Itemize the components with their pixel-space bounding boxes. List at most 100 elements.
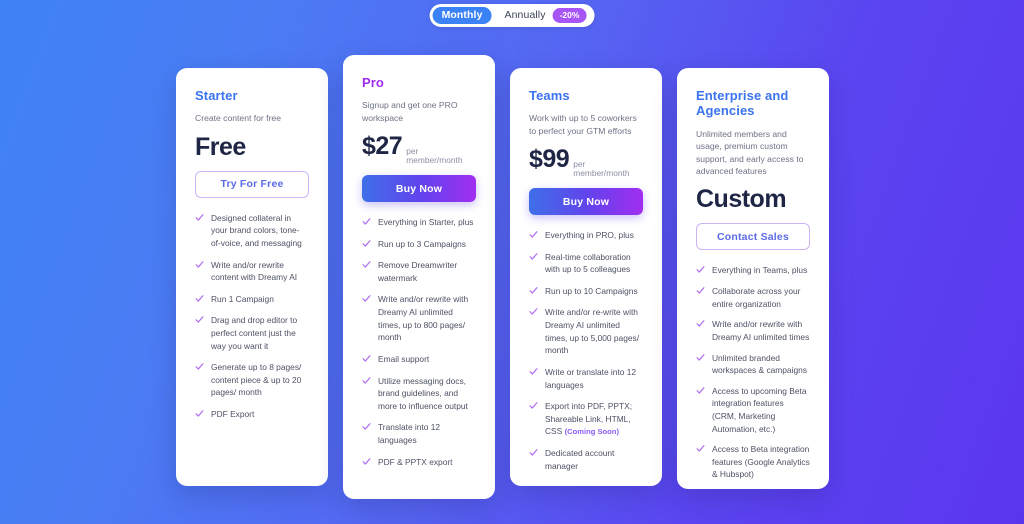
feature-text: Access to upcoming Beta integration feat…	[712, 385, 807, 434]
check-icon	[529, 307, 538, 316]
plan-price-line-enterprise: Custom	[696, 187, 810, 212]
plan-price-amount-enterprise: Custom	[696, 185, 787, 214]
check-icon	[529, 401, 538, 410]
plan-price-period-teams: per member/month	[573, 159, 630, 178]
feature-list-teams: Everything in PRO, plus Real-time collabo…	[529, 229, 643, 472]
feature-item: Generate up to 8 pages/ content piece & …	[195, 361, 309, 399]
annual-discount-badge: -20%	[552, 8, 587, 23]
feature-text: Write and/or rewrite content with Dreamy…	[211, 259, 298, 283]
feature-item: Everything in Starter, plus	[362, 216, 476, 229]
check-icon	[696, 444, 705, 453]
feature-item: Write and/or re-write with Dreamy AI unl…	[529, 306, 643, 356]
cta-button-enterprise[interactable]: Contact Sales	[696, 223, 810, 251]
feature-text: Access to Beta integration features (Goo…	[712, 444, 810, 480]
pricing-card-enterprise: Enterprise and Agencies Unlimited members…	[677, 68, 829, 489]
feature-item: Designed collateral in your brand colors…	[195, 212, 309, 250]
feature-text: Everything in Starter, plus	[378, 217, 474, 228]
check-icon	[195, 260, 204, 269]
check-icon	[362, 422, 371, 431]
check-icon	[696, 286, 705, 295]
feature-text: Unlimited branded workspaces & campaigns	[712, 352, 807, 376]
cta-button-teams[interactable]: Buy Now	[529, 188, 643, 216]
feature-item: Run up to 3 Campaigns	[362, 238, 476, 251]
check-icon	[362, 457, 371, 466]
toggle-option-annually[interactable]: Annually	[496, 7, 549, 24]
feature-item: Dedicated account manager	[529, 447, 643, 472]
plan-description-enterprise: Unlimited members and usage, premium cus…	[696, 128, 804, 177]
check-icon	[529, 252, 538, 261]
check-icon	[696, 319, 705, 328]
plan-name-teams: Teams	[529, 88, 570, 103]
feature-item: Everything in PRO, plus	[529, 229, 643, 242]
feature-text: Run up to 10 Campaigns	[545, 285, 638, 296]
check-icon	[529, 367, 538, 376]
feature-text: Collaborate across your entire organizat…	[712, 286, 801, 309]
feature-text: Everything in PRO, plus	[545, 230, 634, 241]
feature-item: Remove Dreamwriter watermark	[362, 259, 476, 284]
check-icon	[696, 265, 705, 274]
feature-list-enterprise: Everything in Teams, plus Collaborate acr…	[696, 264, 810, 489]
plan-price-period-pro: per member/month	[406, 146, 463, 165]
feature-item: PDF & PPTX export	[362, 456, 476, 469]
plan-description-teams: Work with up to 5 coworkers to perfect y…	[529, 113, 637, 136]
feature-item: Translate into 12 languages	[362, 421, 476, 446]
check-icon	[195, 362, 204, 371]
check-icon	[696, 353, 705, 362]
feature-item: Real-time collaboration with up to 5 col…	[529, 251, 643, 276]
feature-text: Run 1 Campaign	[211, 293, 274, 304]
feature-item: Run 1 Campaign	[195, 293, 309, 306]
feature-text: Real-time collaboration with up to 5 col…	[545, 251, 631, 275]
coming-soon-badge: (Coming Soon)	[564, 427, 619, 437]
feature-text: Utilize messaging docs, brand guidelines…	[378, 375, 468, 411]
feature-text: PDF & PPTX export	[378, 456, 453, 467]
cta-button-starter[interactable]: Try For Free	[195, 170, 309, 198]
plan-price-line-pro: $27 per member/month	[362, 134, 476, 164]
feature-text: Remove Dreamwriter watermark	[378, 260, 458, 283]
feature-item: Utilize messaging docs, brand guidelines…	[362, 375, 476, 413]
plan-price-line-teams: $99 per member/month	[529, 147, 643, 177]
check-icon	[362, 294, 371, 303]
feature-list-pro: Everything in Starter, plus Run up to 3 C…	[362, 216, 476, 468]
feature-item: Email support	[362, 353, 476, 366]
pricing-card-starter: Starter Create content for free Free Try Fo…	[176, 68, 328, 486]
feature-text: Everything in Teams, plus	[712, 265, 808, 276]
feature-text: Write and/or rewrite with Dreamy AI unli…	[378, 294, 469, 343]
feature-item: Write or translate into 12 languages	[529, 366, 643, 391]
plan-price-amount-starter: Free	[195, 132, 246, 161]
feature-item: Access to Beta integration features (Goo…	[696, 443, 810, 481]
feature-list-starter: Designed collateral in your brand colors…	[195, 212, 309, 421]
check-icon	[195, 315, 204, 324]
check-icon	[195, 213, 204, 222]
feature-text: Drag and drop editor to perfect content …	[211, 315, 298, 351]
feature-text: Generate up to 8 pages/ content piece & …	[211, 362, 302, 398]
feature-text: Designed collateral in your brand colors…	[211, 212, 302, 248]
feature-item: Run up to 10 Campaigns	[529, 285, 643, 298]
feature-text: Translate into 12 languages	[378, 422, 441, 445]
feature-item: Drag and drop editor to perfect content …	[195, 314, 309, 352]
billing-period-toggle[interactable]: Monthly Annually -20%	[429, 4, 595, 27]
feature-text: Write and/or re-write with Dreamy AI unl…	[545, 307, 640, 356]
feature-item: Access to upcoming Beta integration feat…	[696, 385, 810, 435]
feature-item: Write and/or rewrite with Dreamy AI unli…	[696, 318, 810, 343]
feature-text: PDF Export	[211, 409, 255, 420]
pricing-card-teams: Teams Work with up to 5 coworkers to perf…	[510, 68, 662, 486]
plan-name-enterprise: Enterprise and Agencies	[696, 88, 789, 119]
feature-item: Everything in Teams, plus	[696, 264, 810, 277]
pricing-plans-row: Starter Create content for free Free Try Fo…	[0, 0, 1024, 524]
feature-text: Export into PDF, PPTX; Shareable Link, H…	[545, 401, 633, 437]
feature-text: Email support	[378, 353, 430, 364]
feature-item: Write and/or rewrite content with Dreamy…	[195, 259, 309, 284]
feature-item: Collaborate across your entire organizat…	[696, 285, 810, 310]
plan-description-starter: Create content for free	[195, 113, 281, 124]
toggle-option-monthly[interactable]: Monthly	[432, 7, 492, 24]
plan-description-pro: Signup and get one PRO workspace	[362, 100, 458, 123]
feature-item: Write and/or rewrite with Dreamy AI unli…	[362, 293, 476, 343]
check-icon	[362, 376, 371, 385]
plan-price-line-starter: Free	[195, 132, 309, 161]
feature-text: Write and/or rewrite with Dreamy AI unli…	[712, 319, 810, 342]
check-icon	[362, 354, 371, 363]
plan-price-amount-pro: $27	[362, 132, 403, 161]
cta-button-pro[interactable]: Buy Now	[362, 175, 476, 203]
feature-item: Unlimited branded workspaces & campaigns	[696, 352, 810, 377]
feature-text: Run up to 3 Campaigns	[378, 238, 466, 249]
